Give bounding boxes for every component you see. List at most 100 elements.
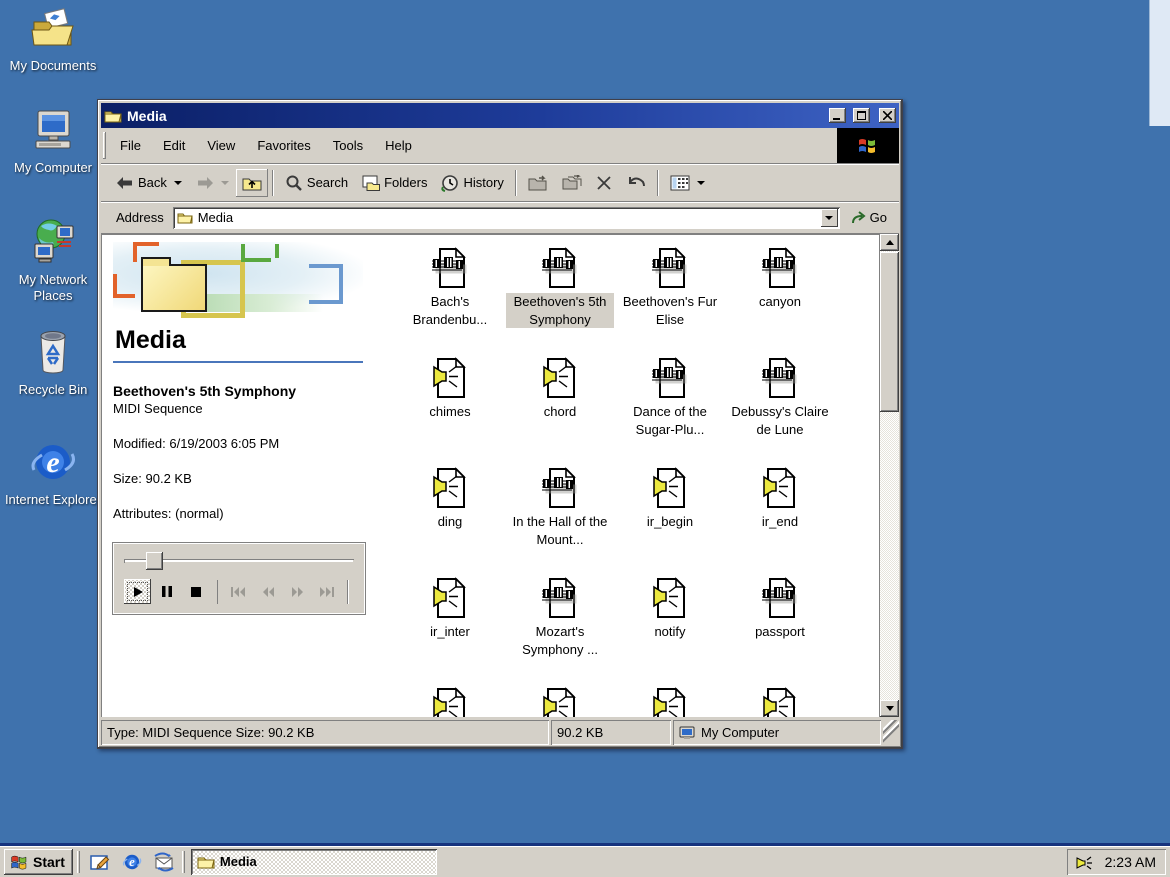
search-button[interactable]: Search: [278, 169, 355, 197]
desktop-icon-internet-explorer[interactable]: e Internet Explorer: [0, 436, 106, 508]
file-type-icon: [538, 574, 582, 620]
rewind-button: [255, 579, 282, 604]
file-item[interactable]: notify: [615, 574, 725, 684]
svg-text:e: e: [129, 855, 135, 869]
file-name-label: In the Hall of the Mount...: [506, 513, 614, 548]
file-item[interactable]: ir_end: [725, 464, 835, 574]
delete-button[interactable]: [589, 169, 619, 197]
file-item[interactable]: passport: [725, 574, 835, 684]
file-item[interactable]: ding: [395, 464, 505, 574]
seek-slider[interactable]: [124, 552, 354, 570]
file-item[interactable]: [725, 684, 835, 717]
file-item[interactable]: Debussy's Claire de Lune: [725, 354, 835, 464]
move-to-button[interactable]: [521, 169, 555, 197]
file-type-icon: [758, 244, 802, 290]
file-item[interactable]: Beethoven's 5th Symphony: [505, 244, 615, 354]
file-item[interactable]: [395, 684, 505, 717]
title-bar[interactable]: Media: [101, 103, 899, 128]
file-item[interactable]: Beethoven's Fur Elise: [615, 244, 725, 354]
midi-file-icon: [758, 356, 802, 400]
maximize-button[interactable]: [853, 108, 870, 123]
file-list-area[interactable]: Bach's Brandenbu...: [373, 234, 879, 717]
status-zone: My Computer: [673, 720, 881, 745]
minimize-button[interactable]: [829, 108, 846, 123]
file-item[interactable]: [505, 684, 615, 717]
stop-button[interactable]: [182, 579, 209, 604]
file-item[interactable]: Mozart's Symphony ...: [505, 574, 615, 684]
address-dropdown-button[interactable]: [821, 209, 838, 227]
quick-launch-outlook-express[interactable]: [150, 849, 178, 875]
toolbar-separator: [515, 170, 517, 196]
quick-launch-internet-explorer[interactable]: e: [118, 849, 146, 875]
wave-file-icon: [428, 466, 472, 510]
copy-to-button[interactable]: [555, 169, 589, 197]
play-button[interactable]: [124, 579, 151, 604]
wave-file-icon: [538, 356, 582, 400]
file-type-icon: [428, 684, 472, 717]
pause-button[interactable]: [153, 579, 180, 604]
vertical-scrollbar[interactable]: [879, 234, 899, 717]
seek-thumb[interactable]: [146, 552, 163, 570]
file-item[interactable]: Bach's Brandenbu...: [395, 244, 505, 354]
scroll-down-button[interactable]: [880, 700, 899, 717]
file-name-label: Debussy's Claire de Lune: [726, 403, 834, 438]
file-item[interactable]: canyon: [725, 244, 835, 354]
file-item[interactable]: chord: [505, 354, 615, 464]
address-input[interactable]: Media: [173, 207, 840, 229]
file-item[interactable]: [615, 684, 725, 717]
desktop-icon-recycle-bin[interactable]: Recycle Bin: [0, 326, 106, 398]
desktop-icon-my-documents[interactable]: My Documents: [0, 6, 106, 74]
file-type-icon: [758, 464, 802, 510]
history-icon: [441, 174, 459, 192]
show-desktop-icon: [89, 852, 111, 872]
menu-view[interactable]: View: [196, 128, 246, 163]
back-dropdown-caret[interactable]: [174, 181, 182, 185]
menu-favorites[interactable]: Favorites: [246, 128, 321, 163]
file-item[interactable]: Dance of the Sugar-Plu...: [615, 354, 725, 464]
file-item[interactable]: ir_begin: [615, 464, 725, 574]
status-zone-label: My Computer: [701, 725, 779, 740]
menu-help[interactable]: Help: [374, 128, 423, 163]
up-button[interactable]: [236, 169, 268, 197]
wave-file-icon: [428, 356, 472, 400]
fast-forward-button: [284, 579, 311, 604]
desktop-icon-my-computer[interactable]: My Computer: [0, 108, 106, 176]
menu-edit[interactable]: Edit: [152, 128, 196, 163]
views-dropdown-caret[interactable]: [697, 181, 705, 185]
views-button[interactable]: [663, 169, 712, 197]
desktop-icon-my-network-places[interactable]: My Network Places: [0, 216, 106, 305]
volume-icon[interactable]: [1075, 853, 1095, 871]
menu-tools[interactable]: Tools: [322, 128, 374, 163]
file-name-label: Mozart's Symphony ...: [506, 623, 614, 658]
forward-button[interactable]: [189, 169, 236, 197]
folders-button[interactable]: Folders: [355, 169, 434, 197]
go-button[interactable]: Go: [845, 208, 893, 227]
scrollbar-thumb[interactable]: [880, 252, 899, 412]
task-button-media[interactable]: Media: [191, 849, 437, 875]
close-button[interactable]: [879, 108, 896, 123]
midi-file-icon: [648, 246, 692, 290]
undo-button[interactable]: [619, 169, 653, 197]
back-button[interactable]: Back: [109, 169, 189, 197]
file-type-icon: [758, 684, 802, 717]
menu-file[interactable]: File: [109, 128, 152, 163]
desktop: { "colors":{"desktop":"#3f72ad","title_g…: [0, 0, 1170, 877]
scrollbar-track[interactable]: [880, 412, 899, 700]
file-grid: Bach's Brandenbu...: [395, 244, 879, 717]
history-button[interactable]: History: [434, 169, 510, 197]
wave-file-icon: [428, 576, 472, 620]
file-item[interactable]: ir_inter: [395, 574, 505, 684]
midi-file-icon: [538, 246, 582, 290]
folder-name-heading: Media: [115, 326, 373, 355]
forward-icon: [196, 176, 214, 190]
internet-explorer-icon: e: [27, 436, 79, 488]
file-item[interactable]: chimes: [395, 354, 505, 464]
desktop-icon-label: My Network Places: [0, 272, 106, 305]
menu-grip[interactable]: [103, 132, 106, 159]
wave-file-icon: [758, 686, 802, 717]
file-item[interactable]: In the Hall of the Mount...: [505, 464, 615, 574]
quick-launch-show-desktop[interactable]: [86, 849, 114, 875]
window-resize-grip[interactable]: [883, 720, 899, 745]
scroll-up-button[interactable]: [880, 234, 899, 251]
start-button[interactable]: Start: [4, 849, 73, 875]
